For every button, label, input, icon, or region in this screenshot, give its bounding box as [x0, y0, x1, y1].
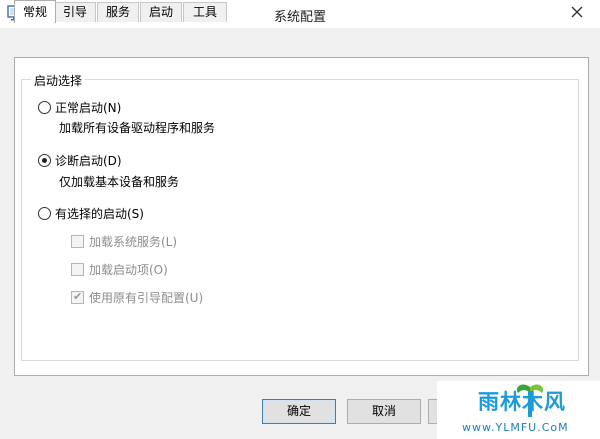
- checkbox-indicator: ✔: [71, 291, 84, 304]
- diagnostic-startup-label: 诊断启动(D): [55, 154, 122, 168]
- tab-tools[interactable]: 工具: [183, 2, 227, 22]
- normal-startup-label: 正常启动(N): [55, 101, 122, 115]
- watermark-url: www.YLMFU.CoM: [462, 421, 569, 434]
- close-icon: [571, 6, 583, 18]
- tab-general[interactable]: 常规: [14, 0, 56, 23]
- tab-boot[interactable]: 引导: [54, 2, 96, 22]
- checkbox-indicator: [71, 235, 84, 248]
- use-original-boot-config-label: 使用原有引导配置(U): [89, 291, 204, 305]
- load-system-services-checkbox[interactable]: 加载系统服务(L): [71, 233, 177, 250]
- radio-indicator: [38, 101, 51, 114]
- selective-startup-radio[interactable]: 有选择的启动(S): [38, 205, 144, 222]
- load-startup-items-label: 加载启动项(O): [89, 263, 168, 277]
- system-config-window: 系统配置 常规 引导 服务 启动 工具 启动选择 正常启动(N) 加载所有设备驱…: [0, 0, 600, 439]
- checkmark-icon: ✔: [73, 290, 83, 303]
- diagnostic-startup-description: 仅加载基本设备和服务: [59, 175, 180, 189]
- radio-indicator: [38, 207, 51, 220]
- normal-startup-description: 加载所有设备驱动程序和服务: [59, 121, 216, 135]
- watermark-brand: 雨林木风: [478, 390, 566, 414]
- ok-button[interactable]: 确定: [262, 399, 336, 424]
- close-button[interactable]: [554, 0, 600, 24]
- tab-services[interactable]: 服务: [97, 2, 139, 22]
- normal-startup-radio[interactable]: 正常启动(N): [38, 99, 121, 116]
- radio-indicator: [38, 154, 51, 167]
- load-startup-items-checkbox[interactable]: 加载启动项(O): [71, 261, 168, 278]
- checkbox-indicator: [71, 263, 84, 276]
- use-original-boot-config-checkbox[interactable]: ✔ 使用原有引导配置(U): [71, 289, 203, 306]
- selective-startup-label: 有选择的启动(S): [55, 207, 144, 221]
- diagnostic-startup-radio[interactable]: 诊断启动(D): [38, 152, 122, 169]
- startup-selection-legend: 启动选择: [31, 72, 86, 89]
- load-system-services-label: 加载系统服务(L): [89, 235, 178, 249]
- tab-startup[interactable]: 启动: [140, 2, 182, 22]
- cancel-button[interactable]: 取消: [347, 399, 421, 424]
